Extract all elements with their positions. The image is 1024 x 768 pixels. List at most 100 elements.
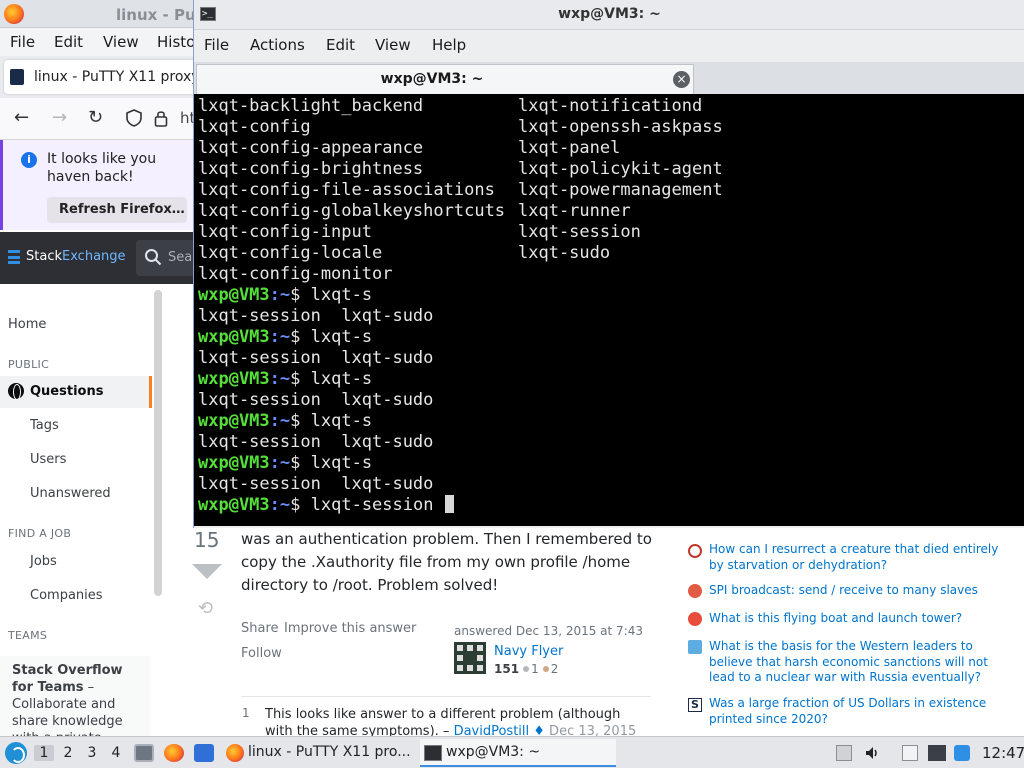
refresh-firefox-button[interactable]: Refresh Firefox… bbox=[47, 197, 187, 223]
start-menu-icon[interactable] bbox=[5, 742, 27, 764]
brand-stack: Stack bbox=[26, 249, 62, 264]
completion-item: lxqt-config-file-associations bbox=[198, 180, 495, 200]
prompt-user: wxp@VM3 bbox=[198, 285, 270, 305]
brand-exchange: Exchange bbox=[62, 249, 126, 264]
search-placeholder: Sea bbox=[168, 250, 193, 265]
show-desktop-icon[interactable] bbox=[194, 744, 214, 762]
menu-edit[interactable]: Edit bbox=[54, 33, 83, 51]
menu-file[interactable]: File bbox=[204, 36, 229, 54]
lock-icon[interactable] bbox=[154, 109, 168, 127]
hot-question-link[interactable]: How can I resurrect a creature that died… bbox=[709, 542, 999, 573]
hot-question-link[interactable]: Was a large fraction of US Dollars in ex… bbox=[709, 696, 999, 727]
volume-icon[interactable] bbox=[864, 745, 880, 761]
sidebar-item-companies[interactable]: Companies bbox=[30, 588, 103, 603]
menu-edit[interactable]: Edit bbox=[326, 36, 355, 54]
completion-item: lxqt-panel bbox=[518, 138, 621, 158]
stackexchange-brand[interactable]: StackExchange bbox=[26, 249, 126, 264]
vote-count: 15 bbox=[194, 528, 220, 552]
notification-text: It looks like you haven back! bbox=[47, 151, 157, 185]
prompt-path: ~ bbox=[279, 369, 291, 389]
refresh-notification: i It looks like you haven back! Refresh … bbox=[0, 140, 194, 230]
prompt-symbol: $ bbox=[290, 411, 301, 431]
prompt-line: wxp@VM3:~$ lxqt-session bbox=[198, 495, 454, 516]
sidebar-item-tags[interactable]: Tags bbox=[30, 418, 59, 433]
prompt-separator: : bbox=[269, 453, 280, 473]
completion-item: lxqt-config-brightness bbox=[198, 159, 424, 179]
history-icon[interactable]: ⟲ bbox=[198, 598, 213, 619]
file-manager-icon[interactable] bbox=[134, 744, 154, 762]
command-output: lxqt-session lxqt-sudo bbox=[198, 306, 434, 326]
firefox-tab-label: linux - PuTTY X11 proxy bbox=[34, 69, 200, 85]
user-name-link[interactable]: Navy Flyer bbox=[494, 644, 563, 659]
command-text: lxqt-s bbox=[300, 369, 373, 389]
workspace-3[interactable]: 3 bbox=[82, 745, 102, 761]
terminal-output[interactable]: lxqt-backlight_backend lxqt-notificationd… bbox=[194, 94, 1024, 526]
answered-timestamp: answered Dec 13, 2015 at 7:43 bbox=[454, 624, 643, 638]
prompt-separator: : bbox=[269, 285, 280, 305]
desktop: linux - Pu File Edit View Histo linux - … bbox=[0, 0, 1024, 768]
site-search[interactable]: Sea bbox=[136, 240, 196, 276]
stackexchange-logo-icon[interactable] bbox=[8, 250, 20, 264]
clipboard-icon[interactable] bbox=[902, 745, 918, 761]
task-firefox[interactable]: linux - PuTTY X11 pro... bbox=[222, 739, 418, 767]
improve-answer-link[interactable]: Improve this answer bbox=[284, 621, 416, 636]
sidebar-item-unanswered[interactable]: Unanswered bbox=[30, 486, 111, 501]
prompt-path: ~ bbox=[279, 327, 291, 347]
terminal-icon bbox=[424, 745, 442, 761]
sidebar-item-home[interactable]: Home bbox=[8, 317, 46, 332]
terminal-tab-label: wxp@VM3: ~ bbox=[380, 71, 484, 87]
terminal-window: >_ wxp@VM3: ~ File Actions Edit View Hel… bbox=[193, 0, 1024, 528]
terminal-window-title: wxp@VM3: ~ bbox=[558, 6, 661, 22]
hot-question-link[interactable]: What is the basis for the Western leader… bbox=[709, 639, 999, 686]
skeptics-icon: S bbox=[688, 698, 702, 712]
downvote-arrow-icon[interactable] bbox=[192, 564, 222, 579]
teams-title[interactable]: Stack Overflow for Teams bbox=[12, 663, 123, 695]
forward-arrow-icon[interactable]: → bbox=[52, 107, 67, 128]
putty-tab-icon bbox=[10, 69, 24, 85]
command-text: lxqt-s bbox=[300, 327, 373, 347]
upload-icon[interactable] bbox=[836, 745, 852, 761]
back-arrow-icon[interactable]: ← bbox=[14, 107, 29, 128]
teams-promo: Stack Overflow for Teams – Collaborate a… bbox=[0, 656, 150, 763]
update-icon[interactable] bbox=[954, 745, 970, 761]
sidebar-heading-find-job: FIND A JOB bbox=[8, 527, 72, 540]
sidebar-item-jobs[interactable]: Jobs bbox=[30, 554, 57, 569]
network-icon[interactable] bbox=[928, 745, 946, 761]
prompt-separator: : bbox=[269, 369, 280, 389]
completion-item: lxqt-runner bbox=[518, 201, 631, 221]
hot-question-link[interactable]: What is this flying boat and launch towe… bbox=[709, 611, 999, 627]
workspace-4[interactable]: 4 bbox=[106, 745, 126, 761]
prompt-line: wxp@VM3:~$ lxqt-s bbox=[198, 411, 372, 432]
command-output: lxqt-session lxqt-sudo bbox=[198, 390, 434, 410]
completion-item: lxqt-config-appearance bbox=[198, 138, 424, 158]
menu-history[interactable]: Histo bbox=[157, 33, 195, 51]
follow-link[interactable]: Follow bbox=[241, 646, 282, 661]
menu-view[interactable]: View bbox=[103, 33, 139, 51]
shield-icon[interactable] bbox=[126, 109, 142, 127]
prompt-user: wxp@VM3 bbox=[198, 453, 270, 473]
close-icon[interactable]: × bbox=[673, 71, 690, 88]
globe-icon bbox=[8, 383, 24, 400]
task-terminal[interactable]: wxp@VM3: ~ bbox=[420, 739, 616, 767]
menu-help[interactable]: Help bbox=[432, 36, 466, 54]
prompt-path: ~ bbox=[279, 411, 291, 431]
aviation-icon bbox=[688, 612, 702, 626]
terminal-tab[interactable]: wxp@VM3: ~ × bbox=[196, 64, 694, 94]
menu-view[interactable]: View bbox=[375, 36, 411, 54]
sidebar-scrollbar[interactable] bbox=[154, 290, 162, 596]
menu-actions[interactable]: Actions bbox=[250, 36, 305, 54]
clock[interactable]: 12:47 bbox=[982, 744, 1024, 762]
terminal-titlebar[interactable]: >_ wxp@VM3: ~ bbox=[194, 0, 1024, 30]
menu-file[interactable]: File bbox=[10, 33, 35, 51]
reload-icon[interactable]: ↻ bbox=[88, 107, 103, 128]
command-output: lxqt-session lxqt-sudo bbox=[198, 474, 434, 494]
sidebar-heading-public: PUBLIC bbox=[8, 358, 50, 371]
workspace-2[interactable]: 2 bbox=[58, 745, 78, 761]
workspace-1[interactable]: 1 bbox=[34, 745, 54, 761]
hot-question-link[interactable]: SPI broadcast: send / receive to many sl… bbox=[709, 583, 999, 599]
sidebar-item-users[interactable]: Users bbox=[30, 452, 66, 467]
firefox-launcher-icon[interactable] bbox=[164, 744, 184, 762]
sidebar-heading-teams: TEAMS bbox=[8, 629, 48, 642]
avatar[interactable] bbox=[454, 642, 486, 674]
share-link[interactable]: Share bbox=[241, 621, 279, 636]
